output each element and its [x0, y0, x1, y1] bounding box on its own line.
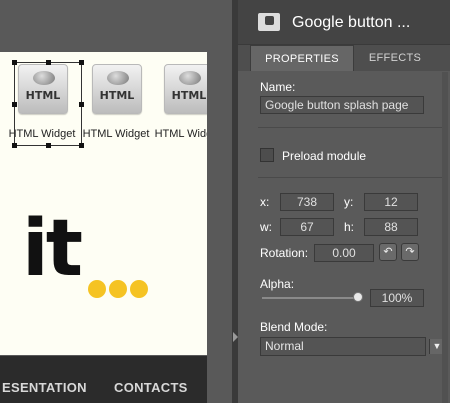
h-field[interactable]: 88 [364, 218, 418, 236]
x-field[interactable]: 738 [280, 193, 334, 211]
logo-dot [109, 280, 127, 298]
y-label: y: [344, 195, 354, 209]
module-icon [258, 13, 280, 31]
blend-mode-select[interactable]: Normal ▼ [260, 337, 444, 356]
blend-mode-label: Blend Mode: [260, 320, 328, 334]
resize-handle[interactable] [12, 102, 17, 107]
resize-handle[interactable] [12, 60, 17, 65]
blend-mode-value: Normal [265, 339, 304, 353]
w-field[interactable]: 67 [280, 218, 334, 236]
resize-handle[interactable] [46, 60, 51, 65]
html-widget-2[interactable]: HTML HTML Widget [83, 64, 149, 140]
panel-scrollbar[interactable] [442, 72, 448, 403]
widget-tag: HTML [99, 89, 135, 102]
site-navbar: ESENTATION CONTACTS [0, 356, 207, 403]
rotation-field[interactable]: 0.00 [314, 244, 374, 262]
x-label: x: [260, 195, 270, 209]
y-field[interactable]: 12 [364, 193, 418, 211]
alpha-label: Alpha: [260, 277, 295, 291]
nav-item-contacts[interactable]: CONTACTS [114, 380, 188, 395]
resize-handle[interactable] [79, 143, 84, 148]
html-widget-icon: HTML [164, 64, 207, 114]
logo-dot [130, 280, 148, 298]
divider [258, 127, 444, 128]
selection-frame[interactable] [14, 62, 82, 146]
w-label: w: [260, 220, 272, 234]
panel-header: Google button ... [238, 0, 450, 45]
resize-handle[interactable] [79, 102, 84, 107]
html-widget-3[interactable]: HTML HTML Widget [155, 64, 207, 140]
alpha-slider-thumb[interactable] [353, 292, 363, 302]
widget-caption: HTML Widget [154, 128, 207, 140]
alpha-slider[interactable] [262, 297, 358, 299]
globe-icon [179, 71, 201, 85]
h-label: h: [344, 220, 355, 234]
logo-dot [88, 280, 106, 298]
widget-tag: HTML [171, 89, 207, 102]
resize-handle[interactable] [12, 143, 17, 148]
logo-text: it [22, 204, 83, 294]
alpha-field[interactable]: 100% [370, 289, 424, 307]
rotate-right-icon[interactable]: ↷ [401, 243, 419, 261]
tab-effects[interactable]: EFFECTS [354, 45, 436, 71]
name-label: Name: [260, 80, 296, 94]
globe-icon [107, 71, 129, 85]
widget-caption: HTML Widget [82, 128, 150, 140]
tab-properties[interactable]: PROPERTIES [250, 45, 354, 71]
preload-checkbox[interactable] [260, 148, 274, 162]
rotation-label: Rotation: [260, 246, 309, 260]
resize-handle[interactable] [46, 143, 51, 148]
panel-tabs: PROPERTIES EFFECTS [238, 45, 450, 71]
panel-title: Google button ... [292, 14, 411, 31]
properties-panel: Google button ... PROPERTIES EFFECTS Nam… [238, 0, 450, 403]
nav-item-presentation[interactable]: ESENTATION [2, 380, 87, 395]
html-widget-icon: HTML [92, 64, 142, 114]
divider [258, 177, 444, 178]
editor-canvas[interactable]: HTML HTML Widget HTML HTML Widget HTML H… [0, 0, 232, 403]
rotate-left-icon[interactable]: ↶ [379, 243, 397, 261]
name-field[interactable]: Google button splash page [260, 96, 424, 114]
preload-label: Preload module [282, 149, 367, 163]
resize-handle[interactable] [79, 60, 84, 65]
